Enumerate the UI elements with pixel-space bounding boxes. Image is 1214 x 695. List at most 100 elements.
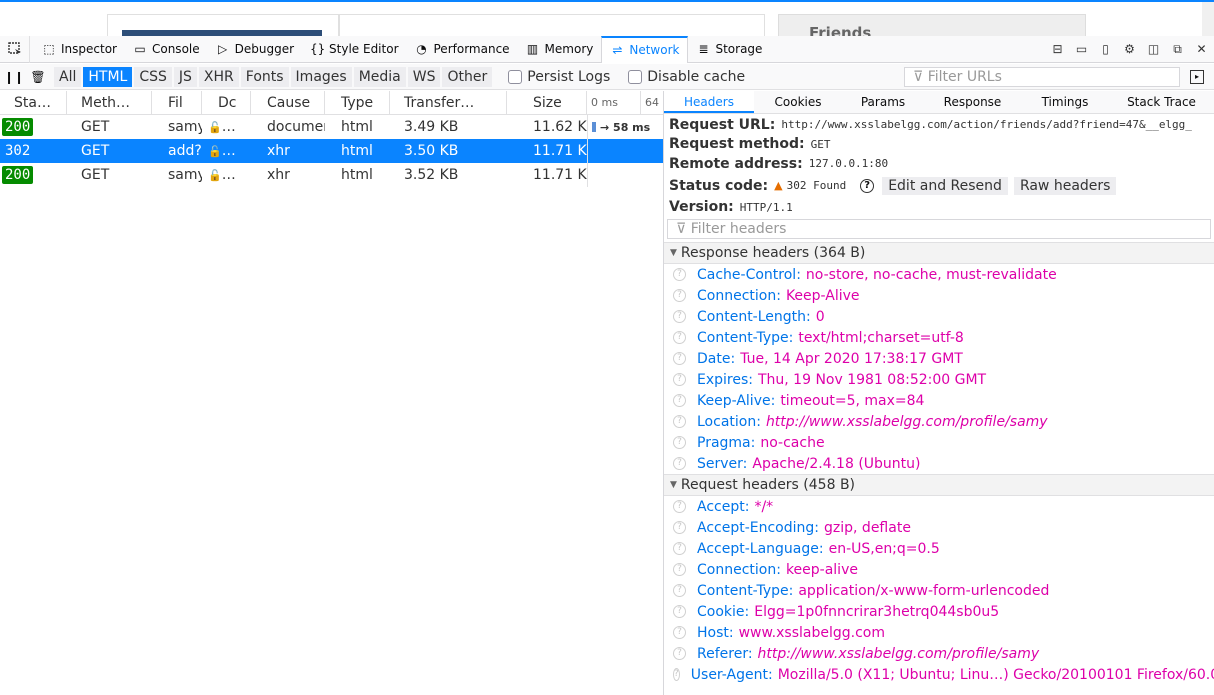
column-header-size[interactable]: Size: [507, 91, 587, 115]
header-help-icon[interactable]: ?: [673, 310, 686, 323]
dock-side-icon[interactable]: ◫: [1145, 42, 1162, 56]
filter-other-button[interactable]: Other: [442, 66, 493, 87]
header-help-icon[interactable]: ?: [673, 626, 686, 639]
page-scrollbar[interactable]: [1202, 2, 1214, 36]
details-tab-response[interactable]: Response: [924, 91, 1021, 113]
disable-cache-checkbox[interactable]: Disable cache: [628, 69, 745, 85]
header-row: ? Content-Type: application/x-www-form-url…: [664, 580, 1214, 601]
toggle-sidebar-icon[interactable]: ▸: [1190, 70, 1204, 84]
filter-css-button[interactable]: CSS: [134, 66, 172, 87]
header-name: Connection:: [697, 561, 781, 578]
header-help-icon[interactable]: ?: [673, 521, 686, 534]
column-header-status[interactable]: Sta…: [0, 91, 67, 115]
collapse-triangle-icon[interactable]: ▼: [670, 480, 677, 490]
filter-xhr-button[interactable]: XHR: [198, 66, 239, 87]
header-help-icon[interactable]: ?: [673, 584, 686, 597]
filter-fonts-button[interactable]: Fonts: [240, 66, 289, 87]
settings-gear-icon[interactable]: ⚙: [1121, 42, 1138, 56]
tab-performance[interactable]: ◔ Performance: [407, 36, 518, 63]
header-help-icon[interactable]: ?: [673, 605, 686, 618]
filter-images-button[interactable]: Images: [290, 66, 352, 87]
filter-headers-input[interactable]: ⊽ Filter headers: [667, 219, 1211, 239]
response-headers-title: Response headers (364 B): [680, 245, 866, 261]
header-help-icon[interactable]: ?: [673, 331, 686, 344]
toolbar-right-controls: ⊟ ▭ ▯ ⚙ ◫ ⧉ ✕: [1049, 42, 1214, 57]
header-help-icon[interactable]: ?: [673, 352, 686, 365]
header-help-icon[interactable]: ?: [673, 436, 686, 449]
tab-label: Storage: [715, 42, 763, 56]
details-tab-stack-trace[interactable]: Stack Trace: [1109, 91, 1214, 113]
filter-ws-button[interactable]: WS: [407, 66, 441, 87]
filter-urls-input[interactable]: ⊽ Filter URLs: [904, 67, 1180, 87]
header-help-icon[interactable]: ?: [673, 563, 686, 576]
filter-html-button[interactable]: HTML: [83, 66, 133, 87]
filter-all-button[interactable]: All: [54, 66, 82, 87]
tab-console[interactable]: ▭ Console: [125, 36, 208, 63]
column-header-file[interactable]: Fil: [152, 91, 202, 115]
column-header-waterfall-tick[interactable]: 64: [641, 91, 664, 115]
header-help-icon[interactable]: ?: [673, 268, 686, 281]
header-help-icon[interactable]: ?: [673, 668, 680, 681]
request-row[interactable]: 302GETadd?…🔓…xhrhtml3.50 KB11.71 KB: [0, 139, 664, 163]
header-value[interactable]: http://www.xsslabelgg.com/profile/samy: [766, 414, 1048, 430]
separate-window-icon[interactable]: ⧉: [1169, 42, 1186, 57]
checkbox-box[interactable]: [508, 69, 523, 84]
column-header-transferred[interactable]: Transfer…: [390, 91, 507, 115]
persist-logs-checkbox[interactable]: Persist Logs: [508, 69, 610, 85]
filter-media-button[interactable]: Media: [353, 66, 406, 87]
header-value: */*: [754, 498, 774, 515]
column-header-cause[interactable]: Cause: [251, 91, 325, 115]
tab-style-editor[interactable]: {} Style Editor: [302, 36, 406, 63]
split-console-icon[interactable]: ⊟: [1049, 42, 1066, 56]
tab-debugger[interactable]: ▷ Debugger: [208, 36, 302, 63]
details-tab-headers[interactable]: Headers: [664, 91, 754, 113]
header-help-icon[interactable]: ?: [673, 415, 686, 428]
header-help-icon[interactable]: ?: [673, 373, 686, 386]
header-help-icon[interactable]: ?: [673, 289, 686, 302]
responsive-design-icon[interactable]: ▭: [1073, 42, 1090, 56]
header-value: Apache/2.4.18 (Ubuntu): [752, 455, 921, 472]
header-value[interactable]: http://www.xsslabelgg.com/profile/samy: [758, 646, 1040, 662]
filter-js-button[interactable]: JS: [173, 66, 197, 87]
details-tab-cookies[interactable]: Cookies: [754, 91, 842, 113]
request-row[interactable]: 200GETsamy🔓…xhrhtml3.52 KB11.71 KB: [0, 163, 664, 187]
tab-network[interactable]: ⇌ Network: [601, 35, 689, 63]
element-picker-icon[interactable]: [0, 35, 30, 63]
help-question-icon[interactable]: ?: [860, 178, 875, 193]
column-header-domain[interactable]: Dc: [202, 91, 251, 115]
edit-resend-button[interactable]: Edit and Resend: [882, 176, 1008, 195]
response-headers-section[interactable]: ▼ Response headers (364 B): [664, 242, 1214, 264]
screenshot-icon[interactable]: ▯: [1097, 42, 1114, 56]
network-filter-bar: ❙❙ 🗑 All HTML CSS JS XHR Fonts Images Media WS Ot…: [0, 64, 1214, 90]
details-tab-timings[interactable]: Timings: [1021, 91, 1109, 113]
header-help-icon[interactable]: ?: [673, 542, 686, 555]
clear-trash-icon[interactable]: 🗑: [28, 70, 48, 84]
pause-icon[interactable]: ❙❙: [4, 70, 24, 84]
cell-size: 11.62 KB: [533, 119, 587, 135]
tab-inspector[interactable]: ⬚ Inspector: [34, 36, 125, 63]
request-url-row: Request URL: http://www.xsslabelgg.com/ac…: [664, 115, 1214, 135]
raw-headers-button[interactable]: Raw headers: [1013, 176, 1117, 195]
details-tab-params[interactable]: Params: [842, 91, 924, 113]
cell-type: html: [341, 119, 373, 135]
column-header-type[interactable]: Type: [325, 91, 390, 115]
header-help-icon[interactable]: ?: [673, 500, 686, 513]
request-headers-section[interactable]: ▼ Request headers (458 B): [664, 474, 1214, 496]
column-header-method[interactable]: Meth…: [67, 91, 152, 115]
network-icon: ⇌: [612, 43, 623, 57]
header-value: Keep-Alive: [785, 287, 860, 304]
header-help-icon[interactable]: ?: [673, 647, 686, 660]
collapse-triangle-icon[interactable]: ▼: [670, 248, 677, 258]
console-icon: ▭: [134, 42, 146, 56]
request-url-value: http://www.xsslabelgg.com/action/friends…: [781, 118, 1192, 132]
tab-storage[interactable]: ≣ Storage: [688, 36, 770, 63]
tab-memory[interactable]: ▥ Memory: [518, 36, 602, 63]
checkbox-box[interactable]: [628, 69, 643, 84]
header-help-icon[interactable]: ?: [673, 457, 686, 470]
request-row[interactable]: 200GETsamy🔓…documenthtml3.49 KB11.62 KB→…: [0, 115, 664, 139]
header-help-icon[interactable]: ?: [673, 394, 686, 407]
header-row: ? Referer: http://www.xsslabelgg.com/profi…: [664, 643, 1214, 664]
close-icon[interactable]: ✕: [1193, 42, 1210, 56]
header-row: ? Cache-Control: no-store, no-cache, must-…: [664, 264, 1214, 285]
column-header-waterfall-start[interactable]: 0 ms: [587, 91, 641, 115]
